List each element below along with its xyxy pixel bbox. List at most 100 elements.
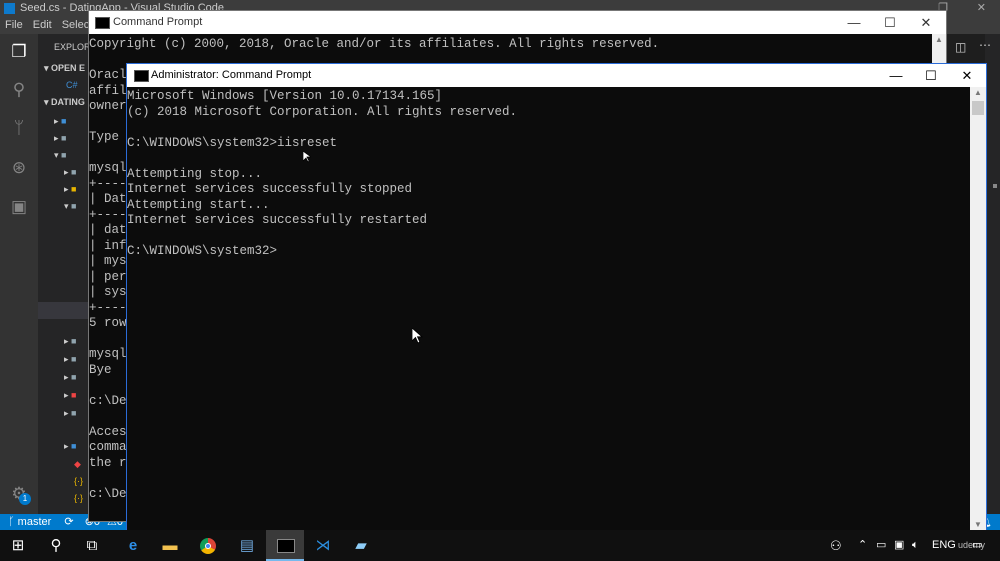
- git-file-icon[interactable]: ◆: [74, 457, 81, 472]
- tree-item[interactable]: ▸ ■: [64, 334, 76, 349]
- vscode-icon[interactable]: ⋊: [311, 534, 335, 558]
- admin-command-prompt-window[interactable]: Administrator: Command Prompt — ☐ ✕ Micr…: [126, 63, 987, 532]
- scroll-up-icon[interactable]: ▲: [932, 34, 946, 46]
- edge-icon[interactable]: e: [121, 534, 145, 558]
- language-indicator[interactable]: ENG: [932, 530, 956, 561]
- folder-icon: ■: [61, 150, 67, 160]
- explorer-sidebar: EXPLORER ▾ OPEN E C# ▾ DATING ▸ ■ ▸ ■ ▾ …: [38, 34, 90, 514]
- scroll-thumb[interactable]: [972, 101, 984, 115]
- people-icon[interactable]: ⚇: [830, 530, 842, 561]
- split-editor-icon[interactable]: ◫: [955, 40, 966, 54]
- admin-cmd-title: Administrator: Command Prompt: [151, 69, 312, 81]
- editor-scrollbar[interactable]: ◫ ⋯: [955, 34, 1000, 514]
- console-line: C:\WINDOWS\system32>iisreset: [127, 135, 338, 150]
- console-line: Type: [89, 130, 120, 144]
- close-icon[interactable]: ✕: [977, 0, 986, 17]
- project-label: DATING: [51, 97, 85, 107]
- chevron-right-icon: ▸: [64, 336, 72, 346]
- tree-item[interactable]: ▸ ■: [64, 352, 76, 367]
- close-icon[interactable]: ✕: [908, 11, 944, 34]
- json-file-icon[interactable]: {·}: [74, 474, 83, 489]
- vscode-logo-icon: [4, 2, 15, 14]
- console-line: Attempting start...: [127, 197, 270, 212]
- folder-icon: ■: [71, 336, 77, 346]
- more-actions-icon[interactable]: ⋯: [979, 38, 991, 52]
- folder-icon: ■: [71, 167, 77, 177]
- open-editors-section[interactable]: ▾ OPEN E: [44, 61, 85, 76]
- debug-icon[interactable]: ⊛: [9, 158, 29, 178]
- folder-icon: ■: [71, 408, 77, 418]
- app-icon[interactable]: ▤: [235, 534, 259, 558]
- tree-item[interactable]: ▸ ■: [64, 406, 76, 421]
- notification-badge: 1: [19, 493, 31, 505]
- menu-edit[interactable]: Edit: [33, 19, 52, 31]
- activity-bar: ❐ ⚲ ᛘ ⊛ ▣ ⚙ 1: [0, 34, 38, 514]
- tree-item[interactable]: ▸ ■: [54, 114, 66, 129]
- chevron-down-icon: ▾: [44, 63, 52, 73]
- console-line: Bye: [89, 362, 112, 377]
- task-view-icon[interactable]: ⧉: [80, 534, 104, 558]
- scroll-marker: [993, 184, 997, 188]
- chevron-down-icon: ▾: [44, 97, 52, 107]
- folder-icon: ■: [61, 133, 67, 143]
- folder-icon: ■: [61, 116, 67, 126]
- network-icon[interactable]: ▣: [894, 530, 904, 561]
- taskbar-active-cmd[interactable]: [266, 530, 304, 561]
- close-icon[interactable]: ✕: [949, 64, 985, 87]
- chevron-down-icon: ▾: [64, 201, 72, 211]
- open-editors-label: OPEN E: [51, 63, 86, 73]
- chrome-icon[interactable]: [196, 534, 220, 558]
- tree-item[interactable]: ▸ ■: [64, 165, 76, 180]
- notifications-icon[interactable]: ▭: [972, 530, 982, 561]
- volume-muted-icon[interactable]: 🔈︎: [912, 530, 919, 561]
- tree-item[interactable]: ▸ ■: [54, 131, 66, 146]
- project-section[interactable]: ▾ DATING: [44, 95, 85, 110]
- cmd-icon: [277, 539, 295, 553]
- console-line: Internet services successfully restarted: [127, 213, 428, 227]
- search-icon[interactable]: ⚲: [9, 80, 29, 100]
- tree-item[interactable]: ▸ ■: [64, 182, 76, 197]
- tree-item[interactable]: ▸ ■: [64, 439, 76, 454]
- open-file-item[interactable]: C#: [66, 78, 78, 93]
- file-explorer-icon[interactable]: ▬: [158, 534, 182, 558]
- folder-icon: ■: [71, 354, 77, 364]
- console-line: | sys: [89, 285, 127, 299]
- sync-icon[interactable]: ⟳: [64, 516, 73, 528]
- tree-item[interactable]: ▸ ■: [64, 388, 76, 403]
- windows-start-icon[interactable]: ⊞: [6, 534, 30, 558]
- explorer-header: EXPLORER: [54, 42, 90, 52]
- scroll-up-icon[interactable]: ▲: [970, 87, 986, 99]
- tree-item[interactable]: ▸ ■: [64, 370, 76, 385]
- battery-icon[interactable]: ▭: [876, 530, 886, 561]
- tree-item[interactable]: ▾ ■: [54, 148, 66, 163]
- mouse-cursor-icon: [412, 328, 423, 344]
- console-line: (c) 2018 Microsoft Corporation. All righ…: [127, 104, 518, 119]
- maximize-icon[interactable]: ☐: [872, 11, 908, 34]
- menu-file[interactable]: File: [5, 19, 23, 31]
- chevron-right-icon: ▸: [64, 184, 72, 194]
- search-icon[interactable]: ⚲: [44, 534, 68, 558]
- chevron-up-icon[interactable]: ⌃: [858, 530, 867, 561]
- chevron-right-icon: ▸: [54, 116, 62, 126]
- minimize-icon[interactable]: —: [878, 64, 914, 87]
- console-line: Copyright (c) 2000, 2018, Oracle and/or …: [89, 37, 660, 51]
- admin-cmd-titlebar[interactable]: Administrator: Command Prompt — ☐ ✕: [127, 64, 986, 87]
- admin-cmd-scrollbar[interactable]: ▲ ▼: [970, 87, 986, 531]
- branch-name[interactable]: master: [18, 516, 52, 528]
- files-icon[interactable]: ❐: [9, 42, 29, 62]
- chevron-right-icon: ▸: [64, 354, 72, 364]
- notepad-icon[interactable]: ▰: [349, 534, 373, 558]
- minimize-icon[interactable]: —: [836, 11, 872, 34]
- branch-icon[interactable]: ᚴ: [8, 516, 15, 528]
- source-control-icon[interactable]: ᛘ: [9, 118, 29, 138]
- admin-cmd-console-output[interactable]: Microsoft Windows [Version 10.0.17134.16…: [127, 87, 970, 531]
- tree-item[interactable]: ▾ ■: [64, 199, 76, 214]
- cmd-titlebar[interactable]: Command Prompt — ☐ ✕: [89, 11, 946, 34]
- csharp-file-icon: C#: [66, 80, 78, 90]
- extensions-icon[interactable]: ▣: [9, 197, 29, 217]
- selected-tree-item[interactable]: [38, 302, 90, 319]
- maximize-icon[interactable]: ☐: [913, 64, 949, 87]
- json-file-icon[interactable]: {·}: [74, 491, 83, 506]
- chevron-right-icon: ▸: [54, 133, 62, 143]
- cmd-title: Command Prompt: [113, 16, 203, 28]
